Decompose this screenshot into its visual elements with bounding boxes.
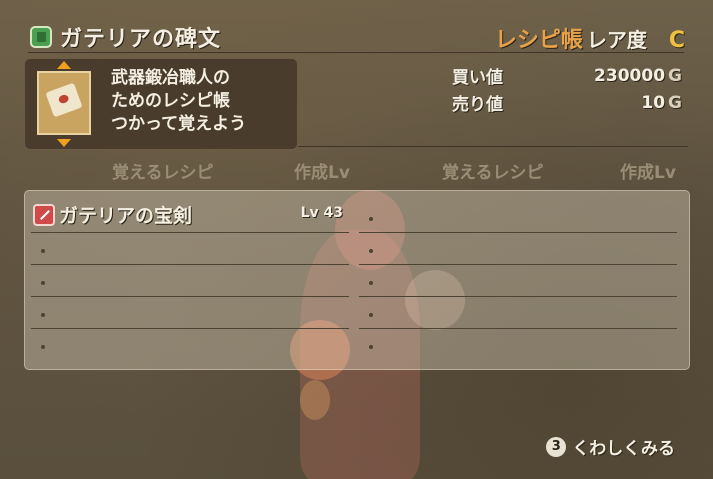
currency-unit: G [668, 65, 682, 86]
recipe-book-icon [30, 26, 52, 48]
buy-price-label: 買い値 [452, 68, 503, 88]
row-divider [31, 232, 349, 233]
row-divider [359, 264, 677, 265]
recipe-column-headers: 覚えるレシピ 作成Lv 覚えるレシピ 作成Lv [0, 158, 713, 184]
column-level-left: 作成Lv [294, 163, 350, 183]
item-thumbnail [37, 71, 91, 135]
item-description: 武器鍛冶職人の ためのレシピ帳 つかって覚えよう [111, 67, 246, 136]
column-level-right: 作成Lv [620, 163, 676, 183]
sell-price-label: 売り値 [452, 95, 503, 115]
character-tail [300, 380, 330, 420]
buy-price-row: 買い値 230000 G [452, 62, 682, 89]
sell-price-row: 売り値 10 G [452, 89, 682, 116]
recipe-row-empty [359, 267, 677, 297]
recipe-row-empty [31, 235, 349, 265]
item-title: ガテリアの碑文 [60, 27, 222, 52]
empty-bullet [369, 217, 373, 221]
row-divider [359, 232, 677, 233]
empty-bullet [369, 249, 373, 253]
description-line: 武器鍛冶職人の [111, 68, 230, 88]
row-divider [31, 296, 349, 297]
recipe-level: Lv 43 [300, 205, 343, 221]
scroll-up-arrow-icon[interactable] [57, 61, 71, 69]
recipe-row-empty [359, 331, 677, 361]
rarity-label: レア度 [586, 28, 647, 52]
details-hint[interactable]: 3 くわしくみる [546, 434, 675, 459]
recipe-row-empty [31, 267, 349, 297]
price-box: 買い値 230000 G 売り値 10 G [452, 62, 682, 116]
sword-icon [33, 204, 55, 226]
recipe-row-empty [359, 299, 677, 329]
item-description-box: 武器鍛冶職人の ためのレシピ帳 つかって覚えよう [24, 58, 298, 150]
row-divider [359, 328, 677, 329]
details-label: くわしくみる [572, 439, 675, 459]
scroll-down-arrow-icon[interactable] [57, 139, 71, 147]
empty-bullet [41, 249, 45, 253]
item-category: レシピ帳 [494, 28, 583, 53]
empty-bullet [41, 345, 45, 349]
title-bar: ガテリアの碑文 [30, 22, 221, 52]
empty-bullet [369, 345, 373, 349]
row-divider [359, 296, 677, 297]
description-line: ためのレシピ帳 [111, 91, 230, 111]
buy-price-value: 230000 [594, 65, 666, 86]
recipe-name: ガテリアの宝剣 [59, 205, 193, 227]
rarity-grade: C [668, 28, 685, 53]
button-3-icon: 3 [546, 436, 567, 457]
recipe-row-empty [359, 235, 677, 265]
recipe-list: ガテリアの宝剣 Lv 43 [24, 190, 690, 370]
row-divider [31, 264, 349, 265]
recipe-row-empty [31, 299, 349, 329]
currency-unit: G [668, 92, 682, 113]
recipe-row[interactable]: ガテリアの宝剣 Lv 43 [31, 203, 349, 233]
description-line: つかって覚えよう [111, 114, 247, 134]
rarity-display: レシピ帳 レア度 C [495, 22, 685, 54]
column-recipe-left: 覚えるレシピ [112, 163, 214, 183]
recipe-row-empty [359, 203, 677, 233]
empty-bullet [369, 281, 373, 285]
price-divider [298, 146, 688, 147]
column-recipe-right: 覚えるレシピ [442, 163, 544, 183]
item-detail-panel: ガテリアの碑文 レシピ帳 レア度 C 武器鍛冶職人の ためのレシピ帳 つかって覚… [0, 0, 713, 479]
empty-bullet [369, 313, 373, 317]
empty-bullet [41, 281, 45, 285]
empty-bullet [41, 313, 45, 317]
recipe-scroll-icon [45, 82, 83, 118]
title-divider [28, 52, 684, 53]
row-divider [31, 328, 349, 329]
recipe-row-empty [31, 331, 349, 361]
sell-price-value: 10 [641, 92, 666, 113]
